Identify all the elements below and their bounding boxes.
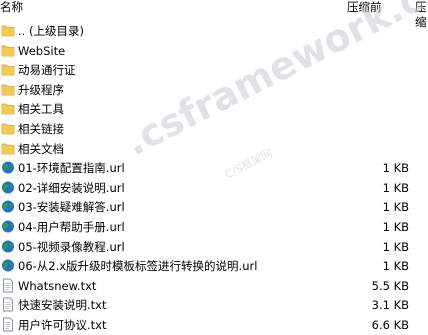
file-row[interactable]: 03-安装疑难解答.url 1 KB bbox=[0, 197, 428, 217]
file-row[interactable]: 04-用户帮助手册.url 1 KB bbox=[0, 217, 428, 237]
file-name: 05-视频录像教程.url bbox=[18, 239, 125, 254]
file-name: .. (上级目录) bbox=[18, 24, 84, 38]
file-size: 1 KB bbox=[382, 180, 409, 195]
folder-icon bbox=[1, 23, 15, 38]
file-size: 1 KB bbox=[382, 161, 409, 176]
folder-row[interactable]: .. (上级目录) bbox=[0, 21, 428, 41]
text-file-icon bbox=[1, 278, 15, 293]
column-compressed-header[interactable]: 压缩前 bbox=[347, 0, 382, 15]
folder-icon bbox=[1, 141, 15, 156]
internet-shortcut-icon bbox=[1, 258, 15, 273]
internet-shortcut-icon bbox=[1, 239, 15, 254]
file-name: 用户许可协议.txt bbox=[18, 317, 107, 332]
file-size: 1 KB bbox=[382, 200, 409, 215]
file-name: 06-从2.x版升级时模板标签进行转换的说明.url bbox=[18, 259, 258, 274]
file-size: 3.1 KB bbox=[371, 298, 409, 313]
folder-icon bbox=[1, 121, 15, 136]
folder-row[interactable]: 升级程序 bbox=[0, 80, 428, 100]
folder-row[interactable]: 相关文档 bbox=[0, 139, 428, 159]
folder-icon bbox=[1, 43, 15, 58]
internet-shortcut-icon bbox=[1, 219, 15, 234]
file-row[interactable]: 05-视频录像教程.url 1 KB bbox=[0, 237, 428, 257]
file-list: .. (上级目录) WebSite 动易通行证升级程序相关工具相关链接相关文档 01-… bbox=[0, 21, 428, 335]
file-name: Whatsnew.txt bbox=[18, 278, 97, 293]
internet-shortcut-icon bbox=[1, 180, 15, 195]
file-name: 相关文档 bbox=[18, 141, 64, 156]
text-file-icon bbox=[1, 297, 15, 312]
folder-icon bbox=[1, 101, 15, 116]
folder-row[interactable]: 动易通行证 bbox=[0, 60, 428, 80]
folder-icon bbox=[1, 82, 15, 97]
column-name-header[interactable]: 名称 bbox=[0, 0, 23, 15]
file-row[interactable]: 06-从2.x版升级时模板标签进行转换的说明.url 1 KB bbox=[0, 256, 428, 276]
file-name: 动易通行证 bbox=[18, 63, 76, 78]
folder-row[interactable]: WebSite bbox=[0, 41, 428, 61]
file-size: 1 KB bbox=[382, 259, 409, 274]
text-file-icon bbox=[1, 317, 15, 332]
file-size: 1 KB bbox=[382, 219, 409, 234]
folder-icon bbox=[1, 62, 15, 77]
file-name: 01-环境配置指南.url bbox=[18, 161, 125, 176]
file-name: 04-用户帮助手册.url bbox=[18, 219, 125, 234]
file-name: 快速安装说明.txt bbox=[18, 298, 107, 313]
file-name: WebSite bbox=[18, 43, 66, 58]
file-size: 6.6 KB bbox=[371, 317, 409, 332]
file-row[interactable]: 快速安装说明.txt 3.1 KB bbox=[0, 295, 428, 315]
file-size: 5.5 KB bbox=[371, 278, 409, 293]
file-name: 升级程序 bbox=[18, 82, 64, 97]
internet-shortcut-icon bbox=[1, 199, 15, 214]
file-row[interactable]: 02-详细安装说明.url 1 KB bbox=[0, 178, 428, 198]
column-header: 名称 压缩前 压缩 bbox=[0, 0, 428, 29]
file-name: 相关工具 bbox=[18, 102, 64, 117]
folder-row[interactable]: 相关工具 bbox=[0, 99, 428, 119]
folder-row[interactable]: 相关链接 bbox=[0, 119, 428, 139]
file-name: 03-安装疑难解答.url bbox=[18, 200, 125, 215]
file-row[interactable]: Whatsnew.txt 5.5 KB bbox=[0, 276, 428, 296]
file-size: 1 KB bbox=[382, 239, 409, 254]
internet-shortcut-icon bbox=[1, 160, 15, 175]
file-row[interactable]: 用户许可协议.txt 6.6 KB bbox=[0, 315, 428, 335]
file-row[interactable]: 01-环境配置指南.url 1 KB bbox=[0, 158, 428, 178]
file-name: 02-详细安装说明.url bbox=[18, 180, 125, 195]
file-name: 相关链接 bbox=[18, 121, 64, 136]
